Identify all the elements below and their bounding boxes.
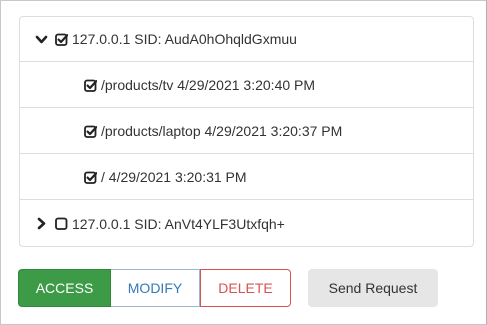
request-label: / 4/29/2021 3:20:31 PM [101, 169, 247, 185]
modify-button[interactable]: MODIFY [111, 269, 200, 307]
panel-frame: 127.0.0.1 SID: AudA0hOhqldGxmuu /product… [0, 0, 487, 325]
chevron-down-icon[interactable] [34, 32, 48, 46]
tree-row-session-2[interactable]: 127.0.0.1 SID: AnVt4YLF3Utxfqh+ [20, 201, 473, 246]
action-button-group: ACCESS MODIFY DELETE [18, 269, 291, 307]
checkbox-checked-icon[interactable] [84, 79, 97, 92]
send-request-button[interactable]: Send Request [308, 269, 438, 307]
request-label: /products/tv 4/29/2021 3:20:40 PM [101, 77, 316, 93]
session-tree: 127.0.0.1 SID: AudA0hOhqldGxmuu /product… [19, 16, 474, 247]
checkbox-unchecked-icon[interactable] [55, 217, 68, 230]
tree-row-request[interactable]: / 4/29/2021 3:20:31 PM [20, 155, 473, 200]
tree-row-request[interactable]: /products/laptop 4/29/2021 3:20:37 PM [20, 109, 473, 154]
chevron-right-icon[interactable] [34, 217, 48, 231]
session-label: 127.0.0.1 SID: AnVt4YLF3Utxfqh+ [72, 215, 285, 232]
tree-row-request[interactable]: /products/tv 4/29/2021 3:20:40 PM [20, 63, 473, 108]
session-label: 127.0.0.1 SID: AudA0hOhqldGxmuu [72, 31, 297, 47]
access-button[interactable]: ACCESS [18, 269, 111, 307]
request-label: /products/laptop 4/29/2021 3:20:37 PM [101, 123, 343, 139]
tree-row-session-1[interactable]: 127.0.0.1 SID: AudA0hOhqldGxmuu [20, 17, 473, 62]
checkbox-checked-icon[interactable] [55, 33, 68, 46]
delete-button[interactable]: DELETE [200, 269, 291, 307]
checkbox-checked-icon[interactable] [84, 171, 97, 184]
checkbox-checked-icon[interactable] [84, 125, 97, 138]
